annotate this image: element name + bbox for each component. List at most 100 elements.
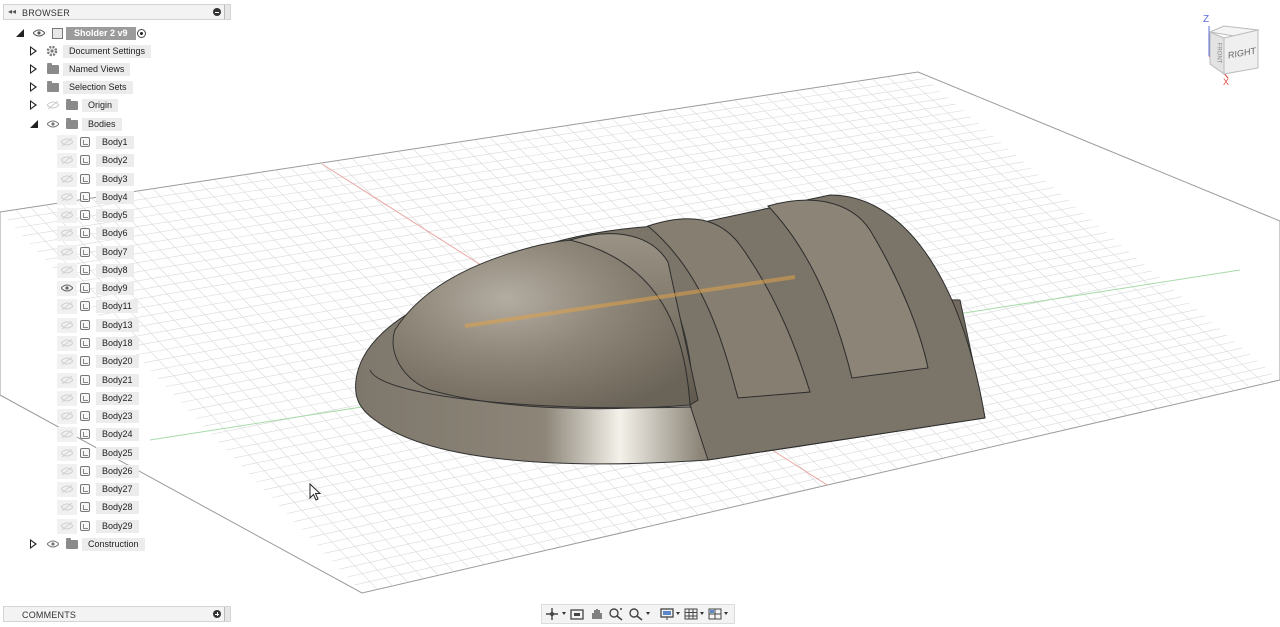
body-row[interactable]: Body7 bbox=[0, 244, 150, 260]
body-label[interactable]: Body24 bbox=[96, 428, 139, 442]
expand-triangle-icon[interactable] bbox=[30, 46, 37, 56]
viewports-dropdown-icon[interactable] bbox=[724, 612, 728, 615]
body-row[interactable]: Body13 bbox=[0, 317, 150, 333]
body-label[interactable]: Body23 bbox=[96, 410, 139, 424]
eye-hidden-icon[interactable] bbox=[61, 521, 73, 530]
comments-panel-header[interactable]: COMMENTS bbox=[3, 606, 231, 622]
body-row[interactable]: Body11 bbox=[0, 299, 150, 315]
body-row[interactable]: Body24 bbox=[0, 427, 150, 443]
folder-label[interactable]: Selection Sets bbox=[63, 81, 133, 94]
eye-hidden-icon[interactable] bbox=[61, 448, 73, 457]
root-component-label[interactable]: Sholder 2 v9 bbox=[66, 27, 136, 40]
body-row[interactable]: Body20 bbox=[0, 354, 150, 370]
eye-hidden-icon[interactable] bbox=[61, 357, 73, 366]
body-label[interactable]: Body4 bbox=[96, 190, 134, 204]
body-row[interactable]: Body6 bbox=[0, 226, 150, 242]
eye-hidden-icon[interactable] bbox=[61, 430, 73, 439]
body-label[interactable]: Body3 bbox=[96, 172, 134, 186]
expand-triangle-icon[interactable] bbox=[30, 82, 37, 92]
eye-icon[interactable] bbox=[47, 540, 59, 548]
eye-hidden-icon[interactable] bbox=[61, 393, 73, 402]
minimize-icon[interactable] bbox=[213, 8, 221, 16]
eye-hidden-icon[interactable] bbox=[61, 503, 73, 512]
folder-label[interactable]: Named Views bbox=[63, 63, 131, 76]
body-label[interactable]: Body20 bbox=[96, 355, 139, 369]
orbit-dropdown-icon[interactable] bbox=[562, 612, 566, 615]
folder-named-views[interactable]: Named Views bbox=[0, 62, 150, 77]
folder-construction[interactable]: Construction bbox=[0, 537, 160, 552]
body-label[interactable]: Body5 bbox=[96, 209, 134, 223]
eye-hidden-icon[interactable] bbox=[61, 192, 73, 201]
eye-hidden-icon[interactable] bbox=[61, 320, 73, 329]
activate-radio-icon[interactable] bbox=[137, 29, 146, 38]
eye-hidden-icon[interactable] bbox=[61, 302, 73, 311]
viewcube[interactable]: Z X RIGHT FRONT bbox=[1198, 12, 1268, 88]
body-row[interactable]: Body28 bbox=[0, 500, 150, 516]
eye-hidden-icon[interactable] bbox=[61, 265, 73, 274]
body-row[interactable]: Body21 bbox=[0, 372, 150, 388]
body-label[interactable]: Body26 bbox=[96, 464, 139, 478]
folder-document-settings[interactable]: Document Settings bbox=[0, 44, 152, 59]
body-row[interactable]: Body18 bbox=[0, 335, 150, 351]
body-label[interactable]: Body27 bbox=[96, 483, 139, 497]
body-row[interactable]: Body27 bbox=[0, 482, 150, 498]
eye-hidden-icon[interactable] bbox=[47, 101, 59, 109]
eye-hidden-icon[interactable] bbox=[61, 229, 73, 238]
expand-triangle-icon[interactable] bbox=[30, 64, 37, 74]
add-comment-icon[interactable] bbox=[213, 610, 221, 618]
body-label[interactable]: Body11 bbox=[96, 300, 138, 314]
expand-triangle-icon[interactable] bbox=[16, 29, 24, 37]
orbit-icon[interactable] bbox=[545, 607, 561, 621]
folder-label[interactable]: Document Settings bbox=[63, 45, 152, 58]
fit-zoom-icon[interactable] bbox=[628, 607, 644, 621]
eye-hidden-icon[interactable] bbox=[61, 485, 73, 494]
zoom-icon[interactable] bbox=[608, 607, 624, 621]
eye-hidden-icon[interactable] bbox=[61, 247, 73, 256]
body-row[interactable]: Body2 bbox=[0, 153, 150, 169]
folder-label[interactable]: Bodies bbox=[82, 118, 122, 131]
panel-grip-handle[interactable] bbox=[224, 607, 230, 621]
eye-hidden-icon[interactable] bbox=[61, 412, 73, 421]
body-label[interactable]: Body25 bbox=[96, 446, 139, 460]
zoom-dropdown-icon[interactable] bbox=[646, 612, 650, 615]
body-label[interactable]: Body13 bbox=[96, 318, 139, 332]
eye-icon[interactable] bbox=[61, 284, 73, 292]
body-label[interactable]: Body22 bbox=[96, 391, 139, 405]
folder-bodies[interactable]: Bodies bbox=[0, 117, 150, 132]
body-label[interactable]: Body7 bbox=[96, 245, 134, 259]
grid-settings-icon[interactable] bbox=[683, 607, 699, 621]
body-row[interactable]: Body8 bbox=[0, 262, 150, 278]
body-row[interactable]: Body9 bbox=[0, 281, 150, 297]
body-label[interactable]: Body18 bbox=[96, 336, 139, 350]
body-label[interactable]: Body6 bbox=[96, 227, 134, 241]
body-row[interactable]: Body22 bbox=[0, 390, 150, 406]
body-row[interactable]: Body25 bbox=[0, 445, 150, 461]
body-row[interactable]: Body26 bbox=[0, 463, 150, 479]
body-label[interactable]: Body29 bbox=[96, 519, 139, 533]
panel-grip-handle[interactable] bbox=[224, 5, 230, 19]
body-row[interactable]: Body23 bbox=[0, 409, 150, 425]
folder-origin[interactable]: Origin bbox=[0, 98, 150, 113]
folder-label[interactable]: Construction bbox=[82, 538, 145, 551]
eye-icon[interactable] bbox=[33, 29, 45, 37]
collapse-left-icon[interactable]: ◂◂ bbox=[8, 7, 16, 16]
display-settings-icon[interactable] bbox=[659, 607, 675, 621]
body-row[interactable]: Body1 bbox=[0, 135, 150, 150]
browser-panel-header[interactable]: ◂◂ BROWSER bbox=[3, 4, 231, 20]
pan-hand-icon[interactable] bbox=[589, 607, 605, 621]
body-label[interactable]: Body1 bbox=[96, 136, 134, 149]
expand-triangle-icon[interactable] bbox=[30, 539, 37, 549]
eye-hidden-icon[interactable] bbox=[61, 466, 73, 475]
display-dropdown-icon[interactable] bbox=[676, 612, 680, 615]
canvas-viewport[interactable] bbox=[0, 0, 1280, 627]
collapse-triangle-icon[interactable] bbox=[30, 120, 38, 128]
look-at-icon[interactable] bbox=[569, 607, 585, 621]
eye-hidden-icon[interactable] bbox=[61, 174, 73, 183]
eye-hidden-icon[interactable] bbox=[61, 138, 73, 146]
viewcube-front-face[interactable]: FRONT bbox=[1215, 43, 1221, 64]
body-label[interactable]: Body9 bbox=[96, 282, 134, 296]
body-row[interactable]: Body29 bbox=[0, 518, 150, 534]
browser-root-row[interactable]: Sholder 2 v9 bbox=[0, 26, 160, 41]
viewports-icon[interactable] bbox=[707, 607, 723, 621]
expand-triangle-icon[interactable] bbox=[30, 100, 37, 110]
